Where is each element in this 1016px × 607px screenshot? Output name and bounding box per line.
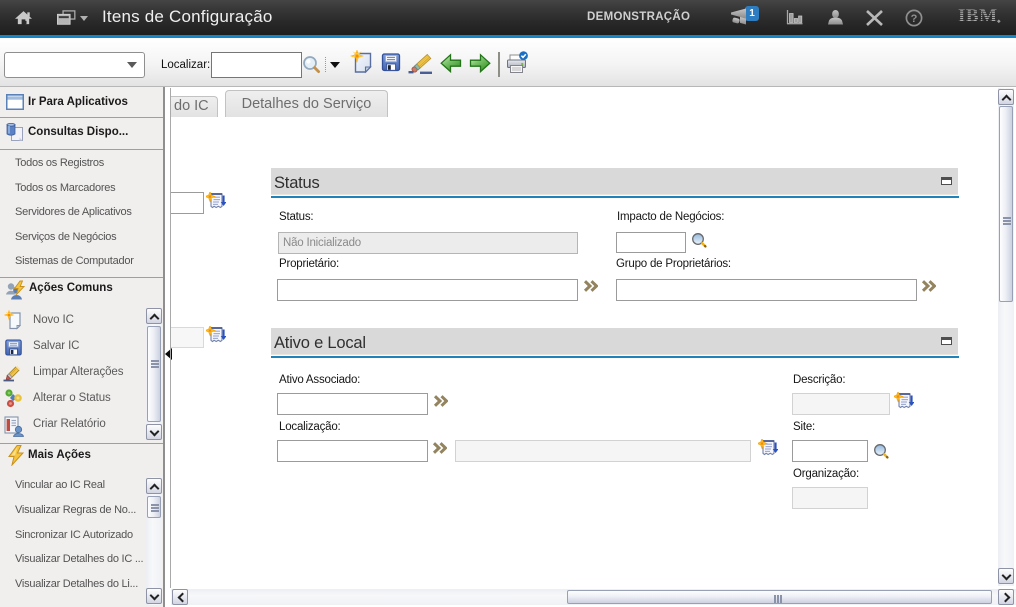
- svg-text:?: ?: [911, 13, 918, 25]
